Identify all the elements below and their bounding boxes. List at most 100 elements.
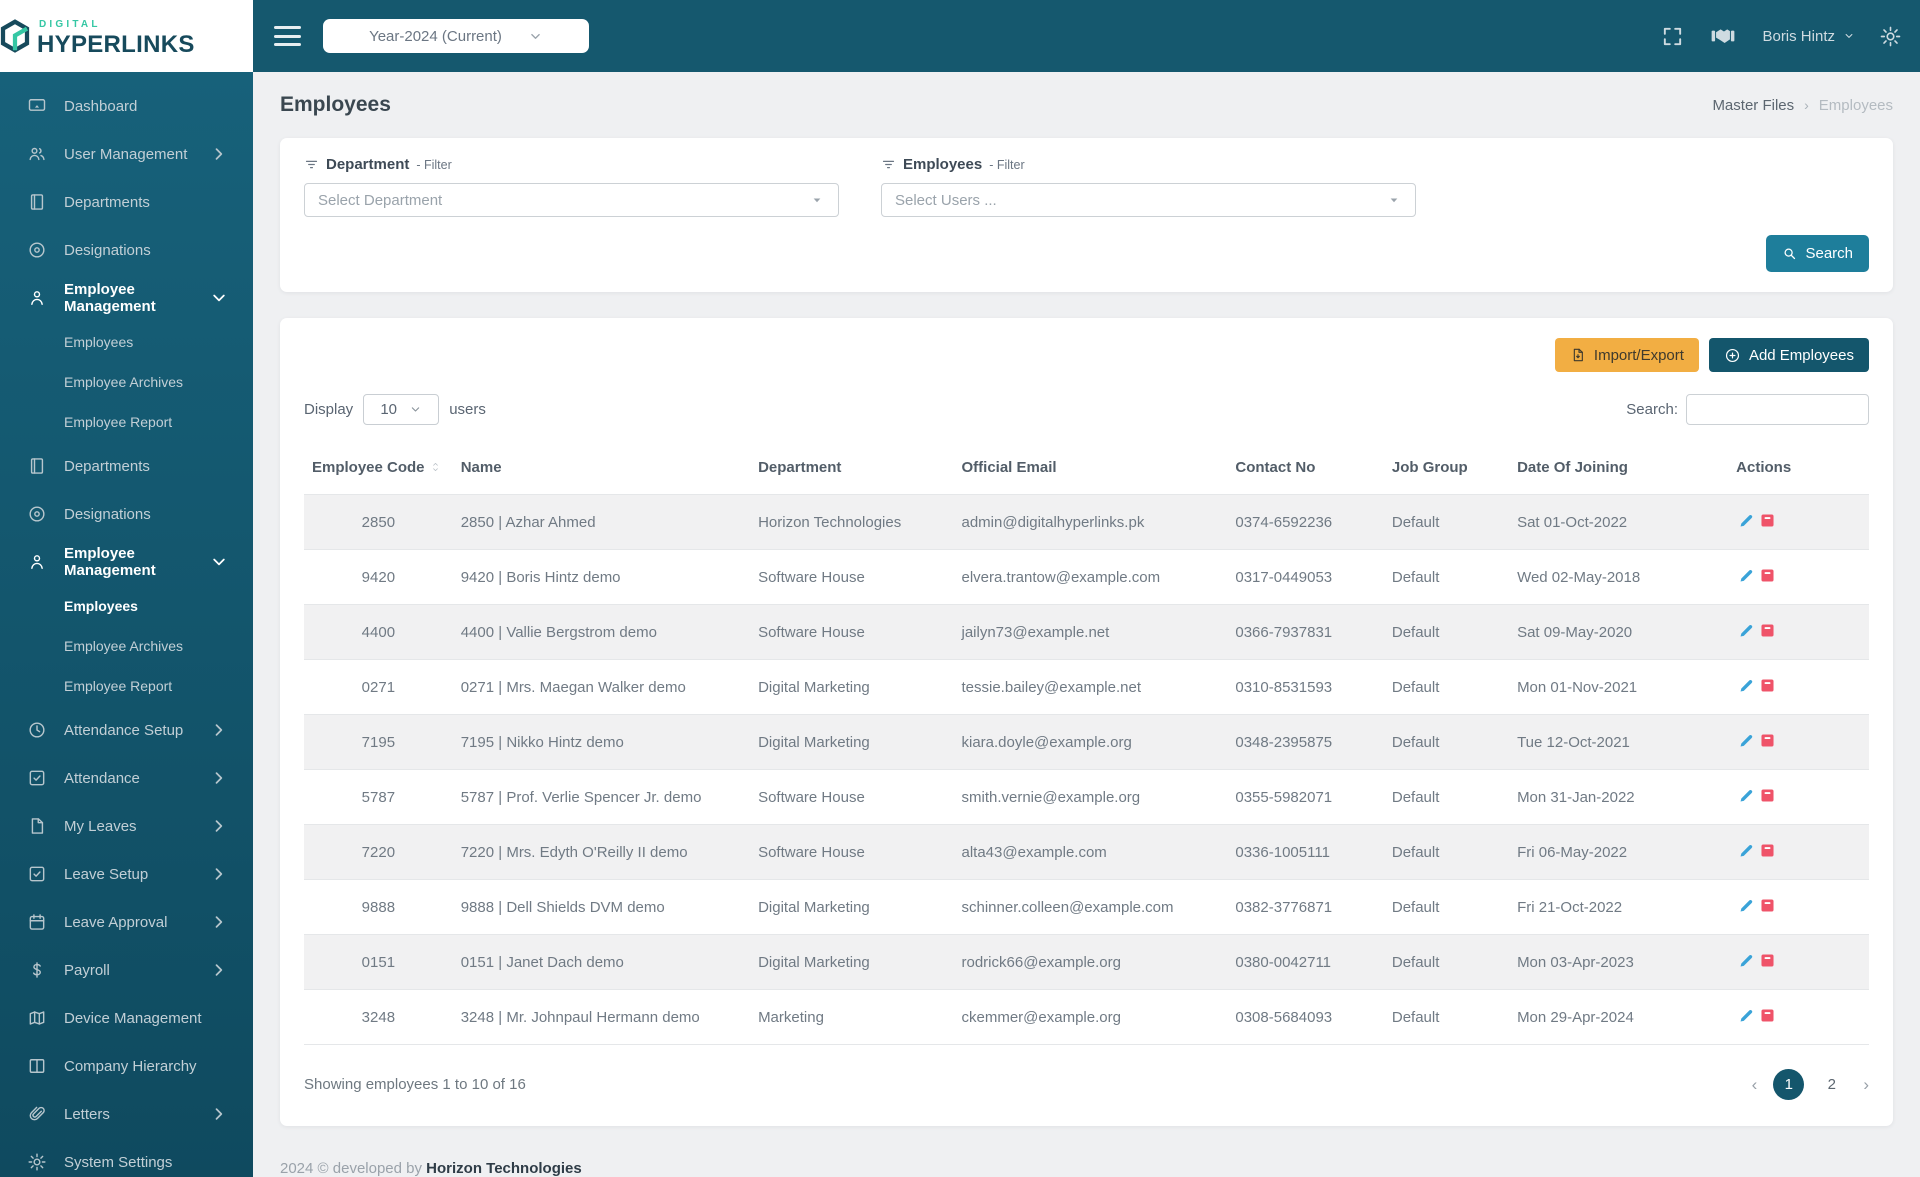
edit-employee-button[interactable] xyxy=(1736,785,1757,809)
delete-employee-button[interactable] xyxy=(1757,675,1778,699)
cell-name: 9420 | Boris Hintz demo xyxy=(452,549,751,605)
pagination-next-icon[interactable]: › xyxy=(1863,1075,1869,1095)
cell-department: Software House xyxy=(750,769,954,825)
cell-date_of_joining: Fri 06-May-2022 xyxy=(1509,824,1729,880)
sidebar-item-departments[interactable]: Departments xyxy=(0,442,253,490)
cell-email: admin@digitalhyperlinks.pk xyxy=(953,494,1228,550)
edit-employee-button[interactable] xyxy=(1736,730,1757,754)
sidebar-item-designations[interactable]: Designations xyxy=(0,226,253,274)
table-row: 3248 3248 | Mr. Johnpaul Hermann demo Mark… xyxy=(304,989,1869,1045)
sidebar-item-payroll[interactable]: Payroll xyxy=(0,946,253,994)
sidebar-item-label: Designations xyxy=(64,241,151,259)
pagination-prev-icon[interactable]: ‹ xyxy=(1752,1075,1758,1095)
pagination-page-1[interactable]: 1 xyxy=(1773,1069,1805,1100)
delete-employee-button[interactable] xyxy=(1757,510,1778,534)
cell-job_group: Default xyxy=(1383,659,1510,715)
add-employees-button[interactable]: Add Employees xyxy=(1708,338,1869,372)
cell-name: 7195 | Nikko Hintz demo xyxy=(452,714,751,770)
edit-employee-button[interactable] xyxy=(1736,510,1757,534)
fiscal-year-select-value: Year-2024 (Current) xyxy=(369,27,502,45)
edit-employee-button[interactable] xyxy=(1736,620,1757,644)
sidebar-item-employees[interactable]: Employees xyxy=(0,586,253,626)
table-row: 7195 7195 | Nikko Hintz demo Digital Marke… xyxy=(304,714,1869,770)
sidebar-item-employee-report[interactable]: Employee Report xyxy=(0,402,253,442)
users-label: users xyxy=(449,401,486,418)
edit-employee-button[interactable] xyxy=(1736,1005,1757,1029)
filter-card: Department - Filter Select Department Em… xyxy=(280,138,1893,292)
check-square-icon xyxy=(27,864,47,884)
cell-email: smith.vernie@example.org xyxy=(953,769,1228,825)
settings-gear-icon[interactable] xyxy=(1879,25,1902,48)
delete-employee-button[interactable] xyxy=(1757,950,1778,974)
department-select[interactable]: Select Department xyxy=(304,183,839,217)
column-header-actions: Actions xyxy=(1728,447,1869,495)
sidebar-item-employees[interactable]: Employees xyxy=(0,322,253,362)
sidebar-item-designations[interactable]: Designations xyxy=(0,490,253,538)
sidebar-item-attendance-setup[interactable]: Attendance Setup xyxy=(0,706,253,754)
cell-department: Digital Marketing xyxy=(750,659,954,715)
search-button[interactable]: Search xyxy=(1766,235,1869,272)
edit-employee-button[interactable] xyxy=(1736,840,1757,864)
cell-actions xyxy=(1728,934,1869,990)
fullscreen-icon[interactable] xyxy=(1661,25,1684,48)
edit-employee-button[interactable] xyxy=(1736,565,1757,589)
breadcrumb-master-files[interactable]: Master Files xyxy=(1712,97,1794,114)
footer-text: 2024 © developed by xyxy=(280,1160,422,1177)
sidebar-item-leave-setup[interactable]: Leave Setup xyxy=(0,850,253,898)
cell-department: Software House xyxy=(750,824,954,880)
delete-employee-button[interactable] xyxy=(1757,895,1778,919)
employees-filter-suffix: - Filter xyxy=(989,157,1025,172)
page-size-select[interactable]: 10 xyxy=(363,394,440,425)
sidebar-nav: Dashboard User Management Departments Desig… xyxy=(0,72,253,1177)
cell-email: rodrick66@example.org xyxy=(953,934,1228,990)
cell-name: 4400 | Vallie Bergstrom demo xyxy=(452,604,751,660)
chevron-down-icon xyxy=(209,288,229,308)
sidebar-item-company-hierarchy[interactable]: Company Hierarchy xyxy=(0,1042,253,1090)
sidebar-item-device-management[interactable]: Device Management xyxy=(0,994,253,1042)
sidebar-item-departments[interactable]: Departments xyxy=(0,178,253,226)
edit-employee-button[interactable] xyxy=(1736,895,1757,919)
sidebar-item-attendance[interactable]: Attendance xyxy=(0,754,253,802)
cell-email: tessie.bailey@example.net xyxy=(953,659,1228,715)
delete-employee-button[interactable] xyxy=(1757,620,1778,644)
sidebar-item-leave-approval[interactable]: Leave Approval xyxy=(0,898,253,946)
cell-actions xyxy=(1728,879,1869,935)
edit-employee-button[interactable] xyxy=(1736,675,1757,699)
chevron-right-icon xyxy=(209,864,229,884)
sidebar-item-employee-archives[interactable]: Employee Archives xyxy=(0,362,253,402)
cell-actions xyxy=(1728,494,1869,550)
import-export-button[interactable]: Import/Export xyxy=(1554,338,1699,372)
employees-filter-group: Employees - Filter Select Users ... xyxy=(881,156,1416,217)
user-menu[interactable]: Boris Hintz xyxy=(1762,28,1855,45)
sidebar-item-my-leaves[interactable]: My Leaves xyxy=(0,802,253,850)
sidebar-item-employee-report[interactable]: Employee Report xyxy=(0,666,253,706)
delete-employee-button[interactable] xyxy=(1757,565,1778,589)
delete-employee-button[interactable] xyxy=(1757,1005,1778,1029)
employees-select[interactable]: Select Users ... xyxy=(881,183,1416,217)
sidebar-item-dashboard[interactable]: Dashboard xyxy=(0,82,253,130)
pagination-page-2[interactable]: 2 xyxy=(1816,1069,1847,1100)
sidebar-item-user-management[interactable]: User Management xyxy=(0,130,253,178)
sidebar-toggle-menu-icon[interactable] xyxy=(274,26,301,46)
handshake-icon[interactable] xyxy=(1708,23,1738,49)
sidebar-item-employee-management[interactable]: Employee Management xyxy=(0,538,253,586)
sidebar-item-employee-management[interactable]: Employee Management xyxy=(0,274,253,322)
sidebar-item-system-settings[interactable]: System Settings xyxy=(0,1138,253,1177)
fiscal-year-select[interactable]: Year-2024 (Current) xyxy=(323,19,589,53)
sidebar-item-letters[interactable]: Letters xyxy=(0,1090,253,1138)
delete-employee-button[interactable] xyxy=(1757,840,1778,864)
footer-company-link[interactable]: Horizon Technologies xyxy=(426,1160,582,1177)
sidebar-item-label: Leave Setup xyxy=(64,865,149,883)
edit-employee-button[interactable] xyxy=(1736,950,1757,974)
column-header-employee-code[interactable]: Employee Code xyxy=(304,447,453,495)
delete-employee-button[interactable] xyxy=(1757,730,1778,754)
table-search-input[interactable] xyxy=(1686,394,1869,425)
caret-down-icon xyxy=(1386,192,1402,208)
delete-employee-button[interactable] xyxy=(1757,785,1778,809)
pencil-icon xyxy=(1738,677,1755,694)
cell-contact: 0336-1005111 xyxy=(1227,824,1384,880)
cell-actions xyxy=(1728,659,1869,715)
cell-date_of_joining: Sat 09-May-2020 xyxy=(1509,604,1729,660)
sidebar-item-employee-archives[interactable]: Employee Archives xyxy=(0,626,253,666)
cell-code: 4400 xyxy=(304,604,453,660)
